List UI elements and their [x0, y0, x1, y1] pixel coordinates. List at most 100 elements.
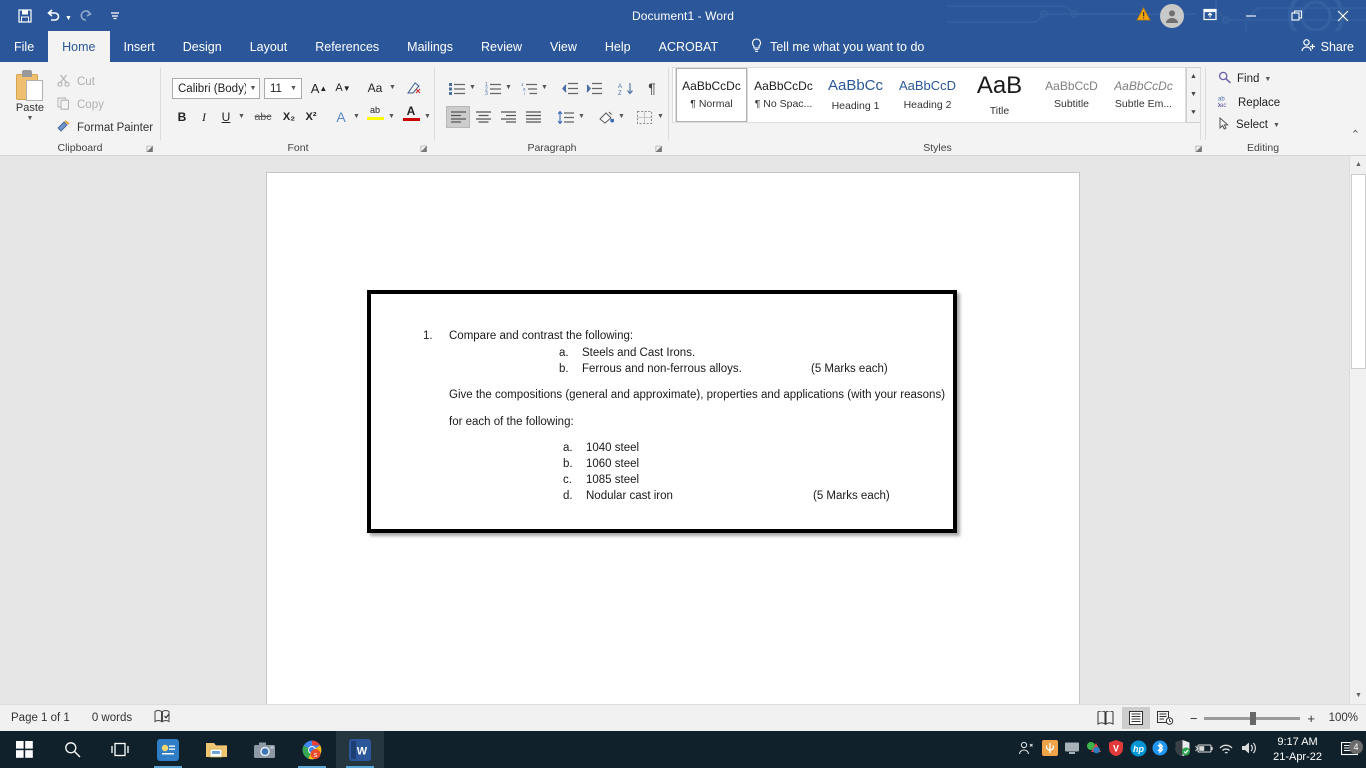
close-button[interactable] — [1320, 0, 1366, 31]
word-count[interactable]: 0 words — [81, 712, 143, 724]
strikethrough-button[interactable]: abc — [250, 106, 276, 128]
font-name-combo[interactable]: Calibri (Body) ▼ — [172, 78, 260, 99]
text-effects-dropdown-icon[interactable]: ▼ — [353, 113, 360, 120]
collapse-ribbon-icon[interactable]: ⌃ — [1351, 128, 1360, 141]
borders-button[interactable] — [632, 106, 656, 128]
shrink-font-button[interactable]: A ▼ — [332, 77, 354, 99]
copy-button[interactable]: Copy — [56, 97, 104, 113]
font-name-dropdown-icon[interactable]: ▼ — [246, 85, 259, 92]
underline-button[interactable]: U — [216, 106, 236, 128]
view-print-layout-button[interactable] — [1121, 707, 1150, 729]
line-spacing-button[interactable] — [554, 106, 578, 128]
tab-mailings[interactable]: Mailings — [393, 31, 467, 62]
notification-center-button[interactable]: 4 — [1332, 740, 1366, 757]
increase-indent-button[interactable] — [582, 77, 606, 99]
question-text-box[interactable]: 1. Compare and contrast the following: a… — [367, 290, 957, 533]
zoom-slider-thumb[interactable] — [1250, 711, 1257, 725]
line-spacing-dropdown-icon[interactable]: ▼ — [578, 113, 585, 120]
bullets-button[interactable] — [446, 77, 468, 99]
document-canvas[interactable]: 1. Compare and contrast the following: a… — [0, 156, 1366, 704]
battery-icon[interactable] — [1193, 742, 1215, 758]
borders-dropdown-icon[interactable]: ▼ — [657, 113, 664, 120]
view-read-mode-button[interactable] — [1092, 707, 1120, 729]
taskbar-powerpoint[interactable] — [144, 731, 192, 768]
underline-dropdown-icon[interactable]: ▼ — [238, 113, 245, 120]
superscript-button[interactable]: X² — [300, 106, 322, 128]
paragraph-dialog-launcher[interactable]: ◪ — [655, 144, 663, 153]
zoom-slider[interactable] — [1204, 711, 1301, 725]
grow-font-button[interactable]: A ▲ — [308, 77, 330, 99]
bullets-dropdown-icon[interactable]: ▼ — [469, 84, 476, 91]
find-dropdown-icon[interactable]: ▼ — [1264, 76, 1271, 83]
styles-more-icon[interactable]: ⯆ — [1190, 104, 1196, 122]
sort-button[interactable]: AZ — [614, 77, 638, 99]
app-orange-icon[interactable] — [1039, 740, 1061, 759]
antivirus-icon[interactable]: V — [1105, 740, 1127, 759]
people-icon[interactable] — [1013, 741, 1039, 758]
numbering-dropdown-icon[interactable]: ▼ — [505, 84, 512, 91]
search-button[interactable] — [48, 731, 96, 768]
taskbar-chrome[interactable]: s — [288, 731, 336, 768]
style-no-spacing[interactable]: AaBbCcDc ¶ No Spac... — [748, 68, 819, 122]
align-right-button[interactable] — [496, 106, 520, 128]
align-left-button[interactable] — [446, 106, 470, 128]
font-dialog-launcher[interactable]: ◪ — [420, 144, 428, 153]
find-button[interactable]: Find ▼ — [1218, 71, 1271, 87]
display-icon[interactable] — [1061, 741, 1083, 758]
adobe-icon[interactable] — [1083, 741, 1105, 759]
font-size-combo[interactable]: 11 ▼ — [264, 78, 302, 99]
proofing-status-icon[interactable] — [143, 710, 181, 726]
zoom-level[interactable]: 100% — [1322, 712, 1358, 724]
paste-dropdown-icon[interactable]: ▼ — [27, 115, 34, 122]
wifi-icon[interactable] — [1215, 742, 1237, 758]
text-effects-button[interactable]: A — [330, 106, 352, 128]
show-formatting-marks-button[interactable]: ¶ — [642, 77, 662, 99]
task-view-button[interactable] — [96, 731, 144, 768]
scroll-up-arrow-icon[interactable]: ▲ — [1350, 156, 1366, 173]
document-page[interactable]: 1. Compare and contrast the following: a… — [266, 172, 1080, 704]
select-dropdown-icon[interactable]: ▼ — [1273, 122, 1280, 129]
volume-icon[interactable] — [1237, 741, 1261, 758]
scroll-down-arrow-icon[interactable]: ▼ — [1350, 687, 1366, 704]
font-color-dropdown-icon[interactable]: ▼ — [424, 113, 431, 120]
styles-scroll-down-icon[interactable]: ▼ — [1190, 86, 1197, 104]
tell-me-search[interactable]: Tell me what you want to do — [732, 31, 924, 62]
multilevel-dropdown-icon[interactable]: ▼ — [541, 84, 548, 91]
style-title[interactable]: AaB Title — [964, 68, 1035, 122]
warning-icon[interactable] — [1130, 7, 1156, 24]
view-web-layout-button[interactable] — [1152, 707, 1180, 729]
style-heading-1[interactable]: AaBbCc Heading 1 — [820, 68, 891, 122]
page-count[interactable]: Page 1 of 1 — [0, 712, 81, 724]
format-painter-button[interactable]: Format Painter — [56, 120, 153, 136]
ribbon-display-options-icon[interactable] — [1192, 8, 1228, 24]
styles-dialog-launcher[interactable]: ◪ — [1195, 144, 1203, 153]
tab-view[interactable]: View — [536, 31, 591, 62]
multilevel-list-button[interactable]: 1ai — [518, 77, 540, 99]
tab-home[interactable]: Home — [48, 31, 110, 62]
text-highlight-button[interactable]: ab — [364, 102, 386, 124]
shading-button[interactable] — [594, 106, 618, 128]
decrease-indent-button[interactable] — [558, 77, 582, 99]
select-button[interactable]: Select ▼ — [1218, 116, 1280, 133]
tab-layout[interactable]: Layout — [236, 31, 302, 62]
scrollbar-thumb[interactable] — [1351, 174, 1366, 369]
italic-button[interactable]: I — [194, 106, 214, 128]
numbering-button[interactable]: 123 — [482, 77, 504, 99]
tab-help[interactable]: Help — [591, 31, 645, 62]
clear-formatting-button[interactable] — [402, 77, 424, 99]
zoom-out-button[interactable]: − — [1190, 711, 1198, 726]
tab-references[interactable]: References — [301, 31, 393, 62]
align-center-button[interactable] — [471, 106, 495, 128]
justify-button[interactable] — [521, 106, 545, 128]
style-normal[interactable]: AaBbCcDc ¶ Normal — [675, 67, 748, 123]
taskbar-clock[interactable]: 9:17 AM 21-Apr-22 — [1261, 735, 1332, 765]
taskbar-file-explorer[interactable] — [192, 731, 240, 768]
start-button[interactable] — [0, 731, 48, 768]
style-subtitle[interactable]: AaBbCcD Subtitle — [1036, 68, 1107, 122]
security-icon[interactable] — [1171, 740, 1193, 759]
zoom-control[interactable]: − + 100% — [1190, 711, 1358, 726]
tab-acrobat[interactable]: ACROBAT — [645, 31, 733, 62]
cut-button[interactable]: Cut — [56, 74, 95, 90]
taskbar-word[interactable]: W — [336, 731, 384, 768]
tab-insert[interactable]: Insert — [110, 31, 169, 62]
